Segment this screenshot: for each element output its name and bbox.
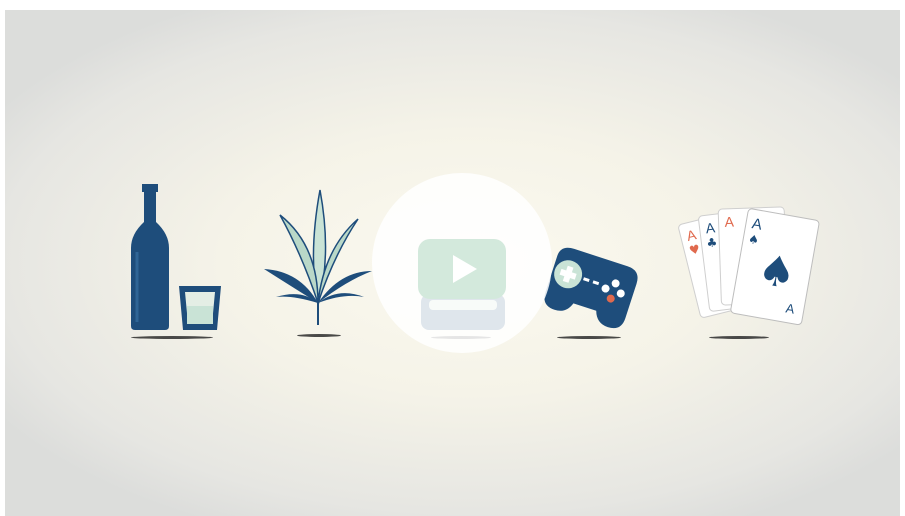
game-controller-icon xyxy=(541,247,641,329)
video-frame[interactable]: A ♥ A ♣ A A ♠ ♠ A xyxy=(5,10,900,516)
play-button[interactable] xyxy=(418,239,506,299)
card-suit-clubs: ♣ xyxy=(706,235,718,250)
cards-shadow xyxy=(709,336,769,339)
play-icon xyxy=(453,255,477,283)
bottle-and-glass-icon xyxy=(129,182,225,332)
controller-shadow xyxy=(557,336,621,339)
playing-cards-icon: A ♥ A ♣ A A ♠ ♠ A xyxy=(678,202,820,332)
leaf-shadow xyxy=(297,334,341,337)
cannabis-leaf-icon xyxy=(262,185,374,325)
card-rank-3: A xyxy=(724,214,735,230)
bottle-shadow xyxy=(131,336,213,339)
